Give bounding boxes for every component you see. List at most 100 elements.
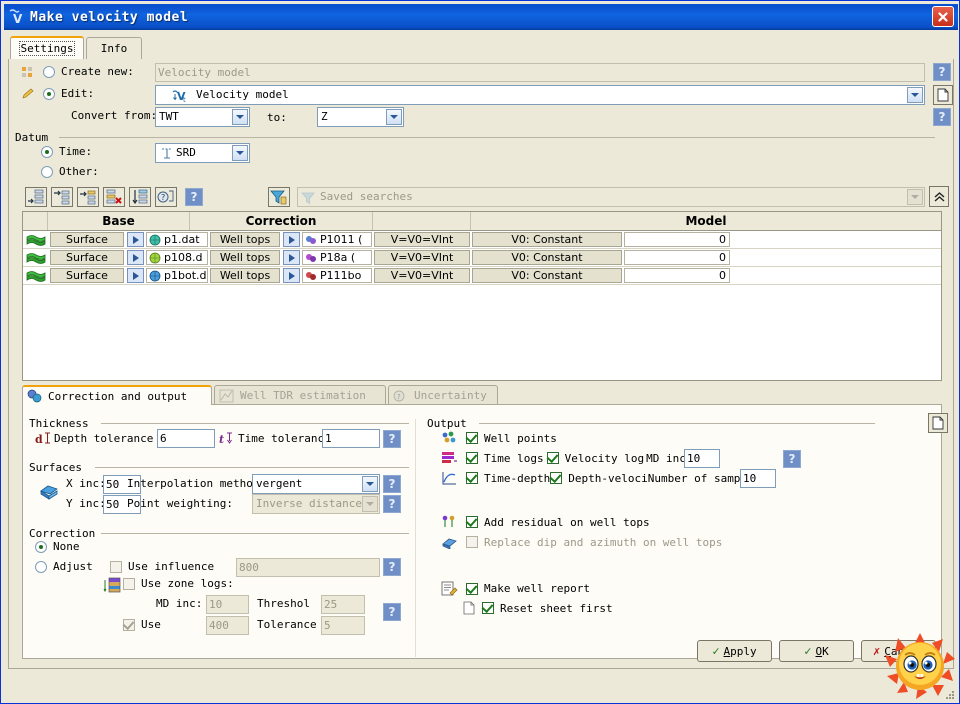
use-checkbox[interactable] [123, 618, 135, 631]
velocity-log-checkbox[interactable] [546, 452, 559, 464]
close-icon[interactable] [932, 6, 954, 27]
correction-none-radio[interactable] [35, 540, 47, 553]
correction-name-cell[interactable]: P111bo [302, 268, 372, 283]
chevron-down-icon[interactable] [386, 109, 402, 125]
base-name-cell[interactable]: p108.d [146, 250, 208, 265]
table-row[interactable]: Surface p1.dat Well tops P1011 ( V=V0=VI… [23, 231, 941, 249]
point-weighting-combo[interactable]: Inverse distance [252, 494, 380, 514]
correction-goto-button[interactable] [283, 250, 300, 265]
model-value-cell[interactable]: 0 [624, 232, 730, 247]
use-input[interactable]: 400 [206, 616, 249, 635]
table-row[interactable]: Surface p1bot.d Well tops P111bo V=V0=VI… [23, 267, 941, 285]
model-value-cell[interactable]: 0 [624, 268, 730, 283]
model-cell[interactable]: V0: Constant [472, 268, 622, 283]
datum-other-radio[interactable] [41, 165, 53, 178]
model-cell[interactable]: V0: Constant [472, 232, 622, 247]
chevron-down-icon[interactable] [907, 189, 923, 205]
chevron-down-icon[interactable] [232, 145, 248, 161]
zone-logs-help-button[interactable]: ? [383, 603, 401, 621]
tab-well-tdr-estimation[interactable]: Well TDR estimation [214, 385, 386, 405]
correction-type-cell[interactable]: Well tops [210, 232, 280, 247]
chevron-down-icon[interactable] [362, 476, 378, 492]
time-tolerance-input[interactable]: 1 [322, 429, 380, 448]
apply-button[interactable]: ✓ Apply [697, 640, 772, 662]
use-influence-checkbox[interactable] [110, 560, 122, 573]
filter-icon[interactable] [268, 187, 290, 207]
insert-sibling-icon[interactable] [77, 187, 99, 207]
output-document-button[interactable] [928, 413, 948, 433]
table-help-button[interactable]: ? [185, 188, 203, 206]
threshold-input[interactable]: 25 [321, 595, 365, 614]
create-new-help-button[interactable]: ? [933, 63, 951, 81]
correction-goto-button[interactable] [283, 268, 300, 283]
chevron-down-icon[interactable] [362, 496, 378, 512]
tab-settings[interactable]: Settings [10, 36, 84, 59]
tab-info[interactable]: Info [86, 37, 142, 59]
saved-searches-combo[interactable]: Saved searches [297, 187, 925, 207]
sort-rows-icon[interactable] [129, 187, 151, 207]
delete-row-icon[interactable] [103, 187, 125, 207]
base-name-cell[interactable]: p1bot.d [146, 268, 208, 283]
md-inc-input[interactable]: 10 [206, 595, 249, 614]
convert-from-combo[interactable]: TWT [155, 107, 250, 127]
edit-document-button[interactable] [933, 85, 953, 105]
convert-to-combo[interactable]: Z [317, 107, 404, 127]
tab-uncertainty[interactable]: ? Uncertainty [388, 385, 498, 405]
base-goto-button[interactable] [127, 268, 144, 283]
formula-cell[interactable]: V=V0=VInt [374, 232, 470, 247]
ok-button[interactable]: ✓ OK [779, 640, 854, 662]
chevron-down-icon[interactable] [907, 87, 923, 103]
create-new-radio[interactable] [43, 65, 55, 78]
depth-velocity-checkbox[interactable] [550, 472, 563, 484]
base-type-cell[interactable]: Surface [50, 250, 124, 265]
convert-help-button[interactable]: ? [933, 108, 951, 126]
use-influence-help-button[interactable]: ? [383, 558, 401, 576]
well-points-checkbox[interactable] [466, 432, 478, 444]
make-well-report-checkbox[interactable] [466, 582, 478, 595]
formula-cell[interactable]: V=V0=VInt [374, 250, 470, 265]
time-logs-help-button[interactable]: ? [783, 450, 801, 468]
base-type-cell[interactable]: Surface [50, 268, 124, 283]
base-goto-button[interactable] [127, 250, 144, 265]
datum-time-radio[interactable] [41, 145, 53, 158]
point-weighting-help-button[interactable]: ? [383, 495, 401, 513]
velocity-md-inc-input[interactable]: 10 [684, 449, 720, 468]
row-help-icon[interactable]: ? [155, 187, 177, 207]
model-value-cell[interactable]: 0 [624, 250, 730, 265]
interpolation-help-button[interactable]: ? [383, 475, 401, 493]
formula-cell[interactable]: V=V0=VInt [374, 268, 470, 283]
correction-name-cell[interactable]: P1011 ( [302, 232, 372, 247]
correction-type-cell[interactable]: Well tops [210, 250, 280, 265]
time-logs-checkbox[interactable] [466, 452, 478, 464]
edit-model-combo[interactable]: V t Velocity model [155, 85, 925, 105]
insert-child-icon[interactable] [51, 187, 73, 207]
collapse-panel-button[interactable] [929, 186, 949, 207]
num-samples-input[interactable]: 10 [740, 469, 776, 488]
datum-time-combo[interactable]: SRD [155, 143, 250, 163]
time-depth-checkbox[interactable] [466, 472, 478, 484]
tab-correction-and-output[interactable]: Correction and output [22, 385, 212, 405]
depth-tolerance-input[interactable]: 6 [157, 429, 215, 448]
use-influence-input[interactable]: 800 [236, 558, 380, 577]
thickness-help-button[interactable]: ? [383, 430, 401, 448]
chevron-down-icon[interactable] [232, 109, 248, 125]
tolerance-input[interactable]: 5 [321, 616, 365, 635]
use-zone-logs-checkbox[interactable] [123, 577, 135, 590]
create-new-input[interactable]: Velocity model [155, 63, 925, 82]
replace-dip-checkbox[interactable] [466, 536, 478, 548]
reset-sheet-checkbox[interactable] [482, 602, 494, 614]
correction-type-cell[interactable]: Well tops [210, 268, 280, 283]
correction-goto-button[interactable] [283, 232, 300, 247]
correction-name-cell[interactable]: P18a ( [302, 250, 372, 265]
model-cell[interactable]: V0: Constant [472, 250, 622, 265]
edit-radio[interactable] [43, 87, 55, 100]
base-type-cell[interactable]: Surface [50, 232, 124, 247]
interpolation-method-combo[interactable]: vergent [252, 474, 380, 494]
insert-row-icon[interactable] [25, 187, 47, 207]
base-name-cell[interactable]: p1.dat [146, 232, 208, 247]
add-residual-checkbox[interactable] [466, 516, 478, 528]
resize-grip[interactable] [943, 688, 955, 700]
base-goto-button[interactable] [127, 232, 144, 247]
table-row[interactable]: Surface p108.d Well tops P18a ( V=V0=VIn… [23, 249, 941, 267]
correction-adjust-radio[interactable] [35, 560, 47, 573]
